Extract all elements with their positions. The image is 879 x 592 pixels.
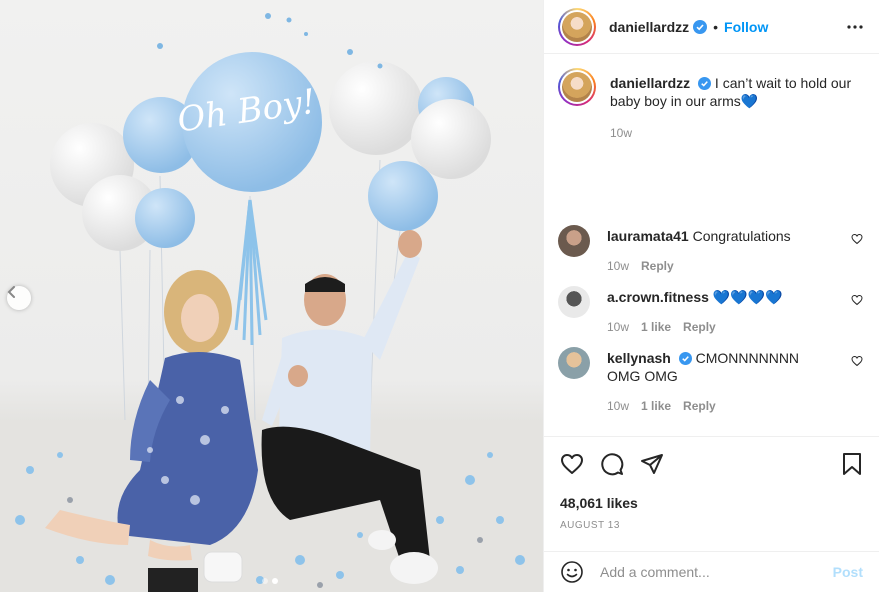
verified-badge-icon (678, 352, 692, 365)
commenter-avatar[interactable] (558, 347, 590, 379)
verified-badge-icon (693, 19, 708, 34)
reply-button[interactable]: Reply (683, 397, 716, 415)
comment-item: kellynash CMONNNNNNN OMG OMG 10w 1 like … (558, 347, 863, 415)
commenter-avatar[interactable] (558, 286, 590, 318)
comment-icon[interactable] (600, 452, 624, 476)
chevron-left-icon (7, 286, 15, 298)
comment-username[interactable]: a.crown.fitness (607, 289, 709, 305)
add-comment-bar: Post (544, 551, 879, 592)
post-photo[interactable]: Oh Boy! (0, 0, 543, 592)
follow-button[interactable]: Follow (724, 19, 768, 35)
post-header: daniellardzz • Follow (544, 0, 879, 54)
comment-like-heart-icon[interactable] (851, 355, 863, 367)
comment-like-heart-icon[interactable] (851, 294, 863, 306)
more-options-button[interactable] (847, 24, 863, 29)
comments-list[interactable]: daniellardzz I can’t wait to hold our ba… (544, 55, 879, 431)
comment-item: a.crown.fitness 💙💙💙💙 10w 1 like Reply (558, 286, 863, 336)
comment-username[interactable]: lauramata41 (607, 228, 689, 244)
commenter-avatar[interactable] (558, 225, 590, 257)
carousel-dot (262, 578, 268, 584)
photo-illustration: Oh Boy! (0, 13, 543, 592)
author-username[interactable]: daniellardzz (609, 19, 689, 35)
post-date[interactable]: AUGUST 13 (560, 520, 863, 531)
emoji-icon[interactable] (560, 560, 584, 584)
post-side-panel: daniellardzz • Follow daniellardzz I can… (543, 0, 879, 592)
instagram-post-view: Oh Boy! daniellardzz • Follow daniellard… (0, 0, 879, 592)
likes-count[interactable]: 48,061 likes (560, 495, 863, 511)
comment-timestamp[interactable]: 10w (607, 397, 629, 415)
caption-username[interactable]: daniellardzz (610, 75, 690, 91)
comment-like-count[interactable]: 1 like (641, 318, 671, 336)
caption-timestamp[interactable]: 10w (610, 124, 857, 142)
caption-avatar[interactable] (558, 68, 596, 106)
comment-timestamp[interactable]: 10w (607, 257, 629, 275)
comment-text: 💙💙💙💙 (712, 289, 783, 305)
comment-item: lauramata41 Congratulations 10w Reply (558, 225, 863, 275)
comment-text: Congratulations (692, 228, 791, 244)
author-avatar[interactable] (558, 7, 596, 46)
reply-button[interactable]: Reply (641, 257, 674, 275)
verified-badge-icon (698, 77, 712, 90)
reply-button[interactable]: Reply (683, 318, 716, 336)
share-icon[interactable] (640, 452, 664, 476)
comment-input[interactable] (600, 564, 833, 580)
carousel-indicator (262, 578, 278, 584)
comment-like-heart-icon[interactable] (851, 233, 863, 245)
more-options-icon (847, 24, 863, 29)
post-comment-button[interactable]: Post (833, 564, 863, 580)
comment-timestamp[interactable]: 10w (607, 318, 629, 336)
comment-username[interactable]: kellynash (607, 350, 671, 366)
comment-like-count[interactable]: 1 like (641, 397, 671, 415)
header-separator: • (713, 18, 719, 35)
previous-photo-button[interactable] (7, 286, 31, 310)
carousel-dot-active (272, 578, 278, 584)
heart-icon[interactable] (560, 452, 584, 476)
post-caption: daniellardzz I can’t wait to hold our ba… (558, 55, 863, 225)
post-actions: 48,061 likes AUGUST 13 (544, 436, 879, 531)
bookmark-icon[interactable] (841, 452, 863, 476)
